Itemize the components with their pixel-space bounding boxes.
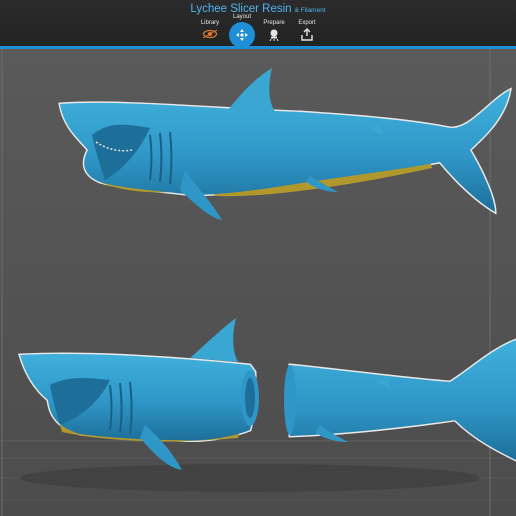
layout-icon xyxy=(236,29,248,41)
tab-export-label: Export xyxy=(298,20,316,26)
top-toolbar: Lychee Slicer Resin & Filament Library La… xyxy=(0,0,516,49)
scene-canvas[interactable] xyxy=(0,49,516,516)
tab-prepare-label: Prepare xyxy=(263,20,285,26)
app-subtitle: & Filament xyxy=(294,7,326,14)
tab-layout-label: Layout xyxy=(232,14,251,20)
library-icon xyxy=(202,29,218,39)
prepare-icon xyxy=(269,29,279,41)
export-icon xyxy=(301,28,313,41)
tab-library-label: Library xyxy=(200,20,220,26)
tab-export[interactable]: Export xyxy=(285,20,329,41)
3d-viewport[interactable] xyxy=(0,49,516,516)
